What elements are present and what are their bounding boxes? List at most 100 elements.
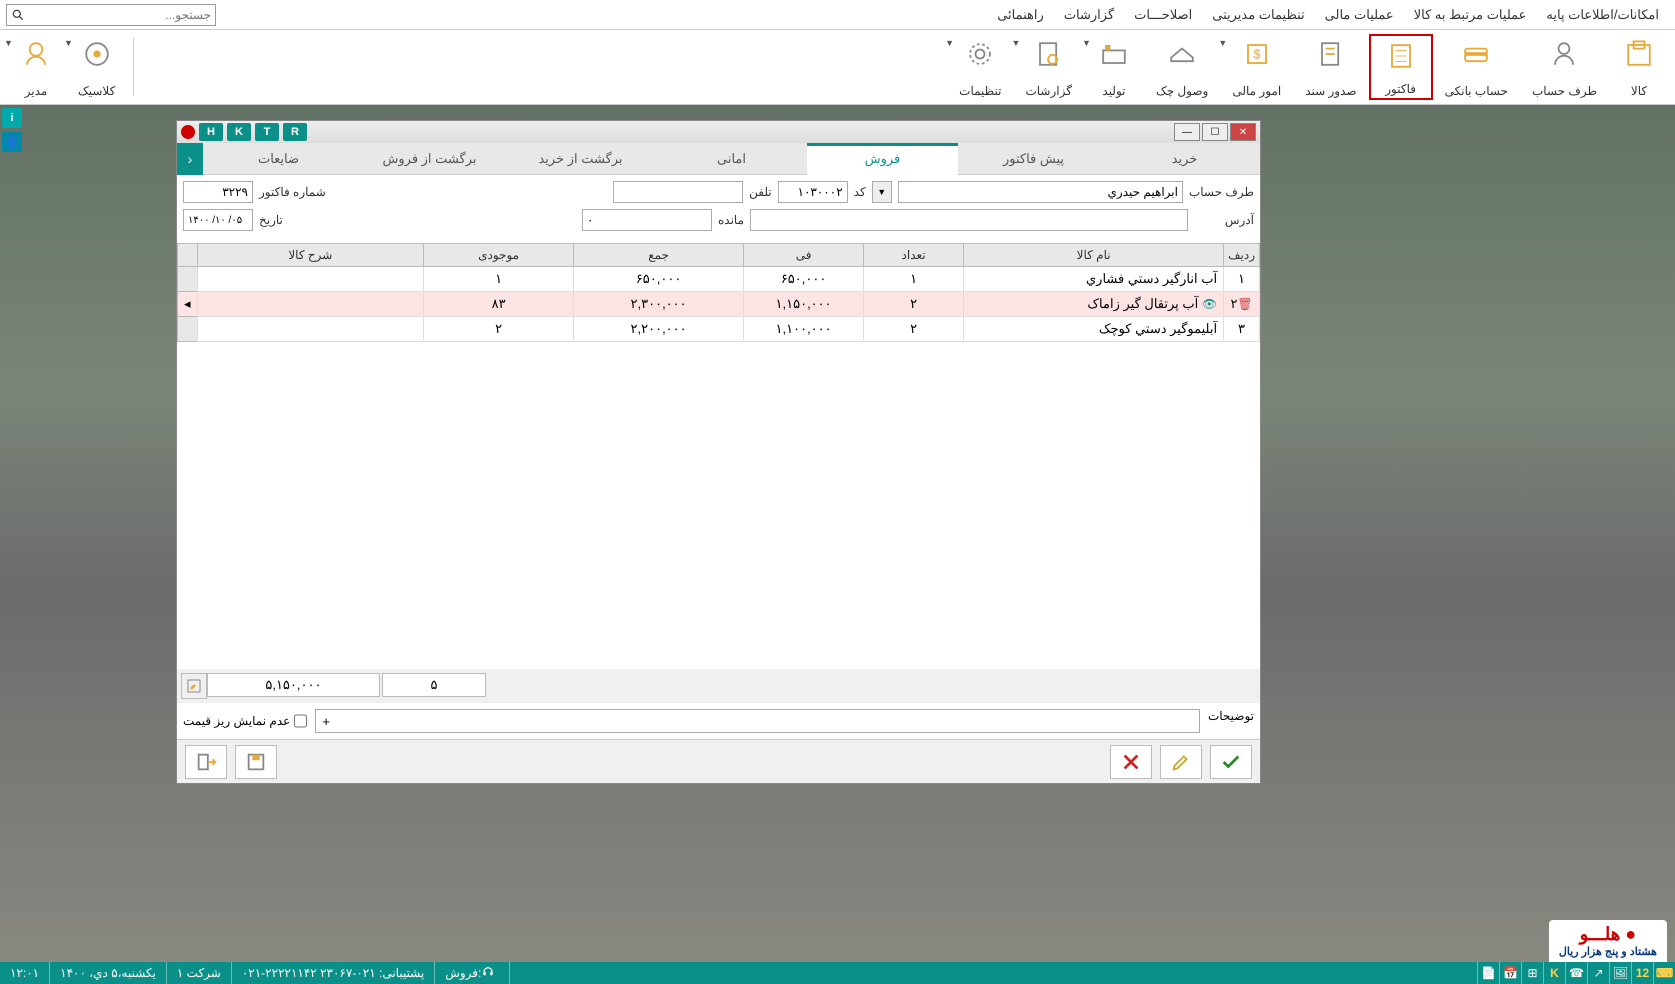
menu-corrections[interactable]: اصلاحـــات: [1124, 0, 1202, 29]
invno-label: شماره فاکتور: [259, 185, 326, 199]
svg-text:$: $: [1253, 48, 1260, 62]
menu-bar: امکانات/اطلاعات پایه عملیات مرتبط به کال…: [0, 0, 1675, 30]
close-button[interactable]: ✕: [1230, 123, 1256, 141]
edit-button[interactable]: [1160, 745, 1202, 779]
eye-icon[interactable]: 👁: [1202, 297, 1217, 311]
minimize-button[interactable]: —: [1174, 123, 1200, 141]
description-area: توضیحات عدم نمایش ریز قیمت: [177, 703, 1260, 739]
menu-mgmt-settings[interactable]: تنظیمات مدیریتی: [1202, 0, 1314, 29]
brand-corner: ● هلـــو هشتاد و پنج هزار ریال: [1549, 920, 1667, 962]
tab-preinvoice[interactable]: پیش فاکتور: [958, 143, 1109, 175]
tb-financial[interactable]: ▼$امور مالی: [1220, 34, 1293, 100]
total-sum: ۵,۱۵۰,۰۰۰: [207, 673, 380, 697]
tb-invoice[interactable]: فاکتور: [1369, 34, 1433, 100]
key-r[interactable]: R: [283, 123, 307, 141]
status-bar: ۱۲:۰۱ یکشنبه،۵ دي، ۱۴۰۰ شرکت ۱ ۰۲۱-۲۲۲۲۱…: [0, 962, 1675, 984]
account-label: طرف حساب: [1189, 185, 1254, 199]
account-name-field[interactable]: [898, 181, 1183, 203]
user-icon[interactable]: 👤: [2, 132, 22, 152]
tab-waste[interactable]: ضایعات: [203, 143, 354, 175]
date-label: تاريخ: [259, 213, 283, 227]
cancel-button[interactable]: [1110, 745, 1152, 779]
confirm-button[interactable]: [1210, 745, 1252, 779]
brand-subtitle: هشتاد و پنج هزار ریال: [1559, 945, 1657, 958]
phone-field[interactable]: [613, 181, 743, 203]
search-icon: [11, 8, 25, 22]
key-k[interactable]: K: [227, 123, 251, 141]
items-grid[interactable]: ردیف نام کالا تعداد فی جمع موجودی شرح کا…: [177, 243, 1260, 669]
tab-sell[interactable]: فروش: [807, 143, 958, 175]
menu-reports[interactable]: گزارشات: [1054, 0, 1124, 29]
total-qty: ۵: [382, 673, 486, 697]
col-price: فی: [744, 244, 864, 267]
tab-return-sell[interactable]: برگشت از فروش: [354, 143, 505, 175]
status-date: یکشنبه،۵ دي، ۱۴۰۰: [50, 962, 167, 984]
status-icons: 📄 📅 ⊞ K ☎ ↗ 🖼 12 ⌨: [1477, 962, 1675, 984]
grid-icon[interactable]: ⊞: [1521, 962, 1543, 984]
col-row: ردیف: [1224, 244, 1260, 267]
search-input[interactable]: [25, 8, 211, 22]
tab-buy[interactable]: خرید: [1109, 143, 1260, 175]
tb-cheque[interactable]: وصول چک: [1144, 34, 1220, 100]
tb-goods[interactable]: کالا: [1609, 34, 1669, 100]
keyboard-icon[interactable]: ⌨: [1653, 962, 1675, 984]
key-t[interactable]: T: [255, 123, 279, 141]
tb-account-side[interactable]: طرف حساب: [1520, 34, 1609, 100]
invno-field[interactable]: [183, 181, 253, 203]
table-row[interactable]: 🗑۲ 👁 آب پرتقال گیر زاماک ۲۱,۱۵۰,۰۰۰۲,۳۰۰…: [178, 292, 1260, 317]
delete-icon[interactable]: 🗑: [1237, 297, 1252, 311]
col-sum: جمع: [574, 244, 744, 267]
noprice-checkbox[interactable]: عدم نمایش ریز قیمت: [183, 709, 307, 733]
tb-admin[interactable]: ▼مدیر: [6, 34, 66, 100]
info-icon[interactable]: i: [2, 108, 22, 128]
table-row[interactable]: ۳ آبليموگير دستي کوچک ۲۱,۱۰۰,۰۰۰۲,۲۰۰,۰۰…: [178, 317, 1260, 342]
doc-icon[interactable]: 📄: [1477, 962, 1499, 984]
search-box[interactable]: [6, 4, 216, 26]
tb-production[interactable]: ▼تولید: [1084, 34, 1144, 100]
menu-goods-ops[interactable]: عملیات مرتبط به کالا: [1404, 0, 1537, 29]
invoice-tabs: خرید پیش فاکتور فروش امانی برگشت از خرید…: [177, 143, 1260, 175]
invoice-window: H K T R — ☐ ✕ خرید پیش فاکتور فروش امانی…: [176, 120, 1261, 784]
col-marker: [178, 244, 198, 267]
tb-settings[interactable]: ▼تنظیمات: [947, 34, 1013, 100]
menu-help[interactable]: راهنمائی: [987, 0, 1054, 29]
invoice-form: طرف حساب ▼ کد تلفن شماره فاکتور آدرس مان…: [177, 175, 1260, 243]
address-field[interactable]: [750, 209, 1188, 231]
image-icon[interactable]: 🖼: [1609, 962, 1631, 984]
balance-label: مانده: [718, 213, 744, 227]
code-label: کد: [854, 185, 866, 199]
status-company: شرکت ۱: [167, 962, 232, 984]
key-h[interactable]: H: [199, 123, 223, 141]
tb-reports[interactable]: ▼گزارشات: [1013, 34, 1083, 100]
phone-icon[interactable]: ☎: [1565, 962, 1587, 984]
k-icon[interactable]: K: [1543, 962, 1565, 984]
share-icon[interactable]: ↗: [1587, 962, 1609, 984]
balance-field[interactable]: [582, 209, 712, 231]
save-button[interactable]: [235, 745, 277, 779]
tab-consignment[interactable]: امانی: [656, 143, 807, 175]
side-icons: i 👤: [2, 108, 22, 156]
chevron-down-icon: ▼: [4, 38, 13, 48]
date-field[interactable]: [183, 209, 253, 231]
code-field[interactable]: [778, 181, 848, 203]
edit-totals-icon[interactable]: [181, 673, 207, 699]
tb-bank-account[interactable]: حساب بانکی: [1433, 34, 1520, 100]
calendar-icon[interactable]: 📅: [1499, 962, 1521, 984]
main-toolbar: کالا طرف حساب حساب بانکی فاکتور صدور سند…: [0, 30, 1675, 105]
maximize-button[interactable]: ☐: [1202, 123, 1228, 141]
desc-field[interactable]: [315, 709, 1200, 733]
account-dropdown-button[interactable]: ▼: [872, 181, 892, 203]
desc-label: توضیحات: [1208, 709, 1254, 723]
action-bar: [177, 739, 1260, 783]
date-icon[interactable]: 12: [1631, 962, 1653, 984]
window-titlebar[interactable]: H K T R — ☐ ✕: [177, 121, 1260, 143]
table-row[interactable]: ۱ آب انارگير دستي فشاري ۱۶۵۰,۰۰۰۶۵۰,۰۰۰۱: [178, 267, 1260, 292]
tab-return-buy[interactable]: برگشت از خرید: [505, 143, 656, 175]
status-support: ۰۲۱-۲۲۲۲۱۱۴۲ پشتیبانی: ۰۲۱-۲۳۰۶۷: [232, 962, 435, 984]
tb-voucher[interactable]: صدور سند: [1293, 34, 1368, 100]
tb-classic[interactable]: ▼کلاسیک: [66, 34, 127, 100]
exit-button[interactable]: [185, 745, 227, 779]
menu-base[interactable]: امکانات/اطلاعات پایه: [1536, 0, 1669, 29]
tab-nav-prev[interactable]: ‹: [177, 143, 203, 175]
menu-financial-ops[interactable]: عملیات مالی: [1315, 0, 1404, 29]
